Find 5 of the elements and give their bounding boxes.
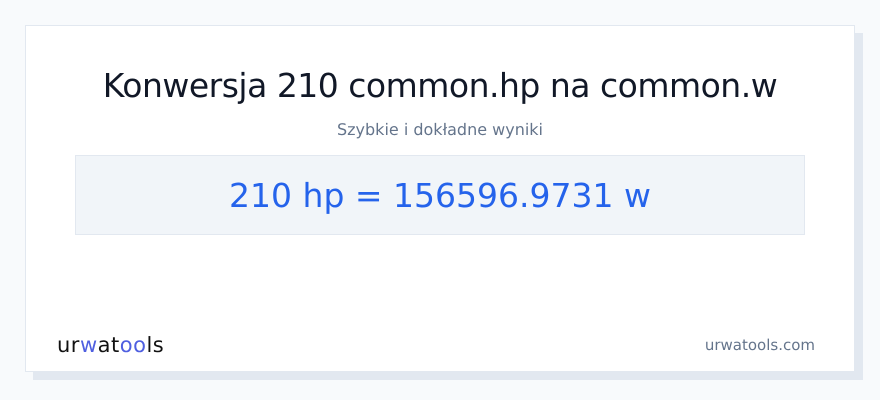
site-url: urwatools.com — [704, 336, 815, 354]
subtitle: Szybkie i dokładne wyniki — [337, 120, 543, 139]
logo: urwatools — [57, 333, 164, 357]
conversion-result: 210 hp = 156596.9731 w — [229, 176, 651, 214]
page-title: Konwersja 210 common.hp na common.w — [102, 66, 778, 105]
